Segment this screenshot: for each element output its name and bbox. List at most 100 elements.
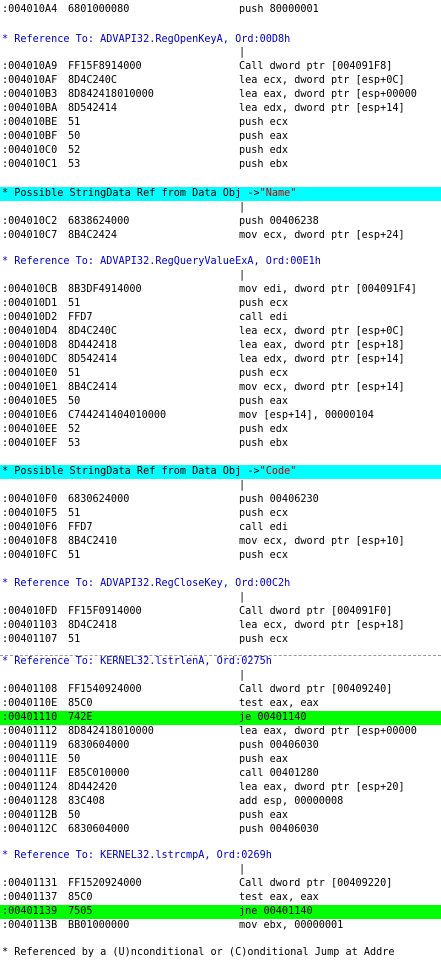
- line-instruction: push eax: [239, 754, 289, 765]
- code-line[interactable]: :004010E1 8B4C2414 mov ecx, dword ptr [esp…: [0, 381, 441, 395]
- code-line[interactable]: :0040110E 85C0 test eax, eax: [0, 697, 441, 711]
- code-line[interactable]: :00401128 83C408 add esp, 00000008: [0, 795, 441, 809]
- code-line[interactable]: :004010C2 6838624000 push 00406238: [0, 215, 441, 229]
- line-address: :004010A9: [2, 61, 58, 72]
- line-address: :004010D8: [2, 340, 58, 351]
- line-address: :004010EE: [2, 424, 58, 435]
- line-opcode: 7505: [68, 906, 93, 917]
- code-line[interactable]: :004010BE 51 push ecx: [0, 116, 441, 130]
- line-instruction: call 00401280: [239, 768, 319, 779]
- line-address: :004010F0: [2, 494, 58, 505]
- code-line[interactable]: :004010DC 8D542414 lea edx, dword ptr [esp…: [0, 353, 441, 367]
- code-line[interactable]: :00401108 FF1540924000 Call dword ptr [004…: [0, 683, 441, 697]
- code-line[interactable]: :00401124 8D442420 lea eax, dword ptr [esp…: [0, 781, 441, 795]
- line-address: :004010C1: [2, 159, 58, 170]
- code-line[interactable]: :004010D8 8D442418 lea eax, dword ptr [esp…: [0, 339, 441, 353]
- code-line[interactable]: :004010F5 51 push ecx: [0, 507, 441, 521]
- code-line[interactable]: :004010CB 8B3DF4914000 mov edi, dword ptr …: [0, 283, 441, 297]
- code-line[interactable]: :00401112 8D842418010000 lea eax, dword pt…: [0, 725, 441, 739]
- code-line[interactable]: :004010A9 FF15F8914000 Call dword ptr [004…: [0, 60, 441, 74]
- code-line[interactable]: :004010B3 8D842418010000 lea eax, dword pt…: [0, 88, 441, 102]
- line-instruction: push ebx: [239, 438, 289, 449]
- line-opcode: 52: [68, 145, 81, 156]
- line-address: :004010DC: [2, 354, 58, 365]
- code-line[interactable]: :0040111E 50 push eax: [0, 753, 441, 767]
- code-line-highlighted[interactable]: :00401110 742E je 00401140: [0, 711, 441, 725]
- line-address: :004010FC: [2, 550, 58, 561]
- reference-comment: * Reference To: ADVAPI32.RegQueryValueEx…: [0, 255, 441, 269]
- code-line[interactable]: :004010EE 52 push edx: [0, 423, 441, 437]
- code-line[interactable]: :004010C1 53 push ebx: [0, 158, 441, 172]
- code-line[interactable]: :004010D1 51 push ecx: [0, 297, 441, 311]
- code-line[interactable]: :004010F8 8B4C2410 mov ecx, dword ptr [esp…: [0, 535, 441, 549]
- line-address: :0040111E: [2, 754, 58, 765]
- line-instruction: mov ecx, dword ptr [esp+10]: [239, 536, 405, 547]
- string-data-ref-highlight[interactable]: * Possible StringData Ref from Data Obj …: [0, 465, 441, 479]
- line-instruction: push 00406238: [239, 216, 319, 227]
- line-address: :0040111F: [2, 768, 58, 779]
- code-line[interactable]: :00401131 FF1520924000 Call dword ptr [004…: [0, 877, 441, 891]
- code-line[interactable]: :0040112C 6830604000 push 00406030: [0, 823, 441, 837]
- line-address: :0040112B: [2, 810, 58, 821]
- code-line[interactable]: :004010BA 8D542414 lea edx, dword ptr [esp…: [0, 102, 441, 116]
- line-opcode: 51: [68, 550, 81, 561]
- code-line[interactable]: :004010E6 C744241404010000 mov [esp+14], 0…: [0, 409, 441, 423]
- code-line[interactable]: :004010D4 8D4C240C lea ecx, dword ptr [esp…: [0, 325, 441, 339]
- line-instruction: add esp, 00000008: [239, 796, 344, 807]
- pipe-glyph: |: [239, 270, 246, 281]
- line-address: :004010E0: [2, 368, 58, 379]
- line-opcode: 8B4C2424: [68, 230, 118, 241]
- line-opcode: 8B3DF4914000: [68, 284, 142, 295]
- line-instruction: push ecx: [239, 117, 289, 128]
- code-line[interactable]: :00401107 51 push ecx: [0, 633, 441, 647]
- line-instruction: push eax: [239, 810, 289, 821]
- code-line[interactable]: :00401103 8D4C2418 lea ecx, dword ptr [esp…: [0, 619, 441, 633]
- code-line[interactable]: :004010FD FF15F0914000 Call dword ptr [004…: [0, 605, 441, 619]
- reference-text: * Reference To: ADVAPI32.RegOpenKeyA, Or…: [2, 34, 291, 45]
- line-instruction: Call dword ptr [00409220]: [239, 878, 393, 889]
- line-address: :004010E6: [2, 410, 58, 421]
- line-address: :004010B3: [2, 89, 58, 100]
- line-address: :004010F8: [2, 536, 58, 547]
- code-line[interactable]: :004010C0 52 push edx: [0, 144, 441, 158]
- code-line[interactable]: :004010D2 FFD7 call edi: [0, 311, 441, 325]
- line-opcode: 51: [68, 117, 81, 128]
- reference-comment: * Reference To: ADVAPI32.RegOpenKeyA, Or…: [0, 33, 441, 47]
- line-instruction: push eax: [239, 396, 289, 407]
- code-line[interactable]: :004010C7 8B4C2424 mov ecx, dword ptr [esp…: [0, 229, 441, 243]
- code-line[interactable]: :0040111F E85C010000 call 00401280: [0, 767, 441, 781]
- line-instruction: mov ebx, 00000001: [239, 920, 344, 931]
- xref-pipe: |: [0, 863, 441, 877]
- code-line[interactable]: :004010F0 6830624000 push 00406230: [0, 493, 441, 507]
- line-instruction: lea eax, dword ptr [esp+00000: [239, 726, 417, 737]
- line-opcode: 6801000080: [68, 4, 130, 15]
- code-line[interactable]: :0040113B BB01000000 mov ebx, 00000001: [0, 919, 441, 933]
- code-line-highlighted[interactable]: :00401139 7505 jne 00401140: [0, 905, 441, 919]
- line-address: :00401119: [2, 740, 58, 751]
- disassembly-listing: :004010A4 6801000080 push 80000001 * Refer…: [0, 0, 441, 960]
- line-opcode: FF15F8914000: [68, 61, 142, 72]
- code-line[interactable]: :004010F6 FFD7 call edi: [0, 521, 441, 535]
- line-opcode: FFD7: [68, 522, 93, 533]
- line-address: :00401110: [2, 712, 58, 723]
- code-line[interactable]: :004010BF 50 push eax: [0, 130, 441, 144]
- xref-pipe: |: [0, 46, 441, 60]
- line-address: :00401131: [2, 878, 58, 889]
- code-line[interactable]: :004010E5 50 push eax: [0, 395, 441, 409]
- line-address: :004010C2: [2, 216, 58, 227]
- code-line[interactable]: :004010FC 51 push ecx: [0, 549, 441, 563]
- string-data-ref-highlight[interactable]: * Possible StringData Ref from Data Obj …: [0, 187, 441, 201]
- line-instruction: push 80000001: [239, 4, 319, 15]
- code-line[interactable]: :00401137 85C0 test eax, eax: [0, 891, 441, 905]
- code-line[interactable]: :004010AF 8D4C240C lea ecx, dword ptr [esp…: [0, 74, 441, 88]
- code-line[interactable]: :0040112B 50 push eax: [0, 809, 441, 823]
- line-opcode: 8D4C240C: [68, 75, 118, 86]
- code-line[interactable]: :004010E0 51 push ecx: [0, 367, 441, 381]
- pipe-glyph: |: [239, 47, 246, 58]
- code-line[interactable]: :004010EF 53 push ebx: [0, 437, 441, 451]
- reference-text: * Reference To: ADVAPI32.RegQueryValueEx…: [2, 256, 321, 267]
- code-line[interactable]: :004010A4 6801000080 push 80000001: [0, 3, 441, 17]
- line-address: :004010F5: [2, 508, 58, 519]
- xref-pipe: |: [0, 201, 441, 215]
- code-line[interactable]: :00401119 6830604000 push 00406030: [0, 739, 441, 753]
